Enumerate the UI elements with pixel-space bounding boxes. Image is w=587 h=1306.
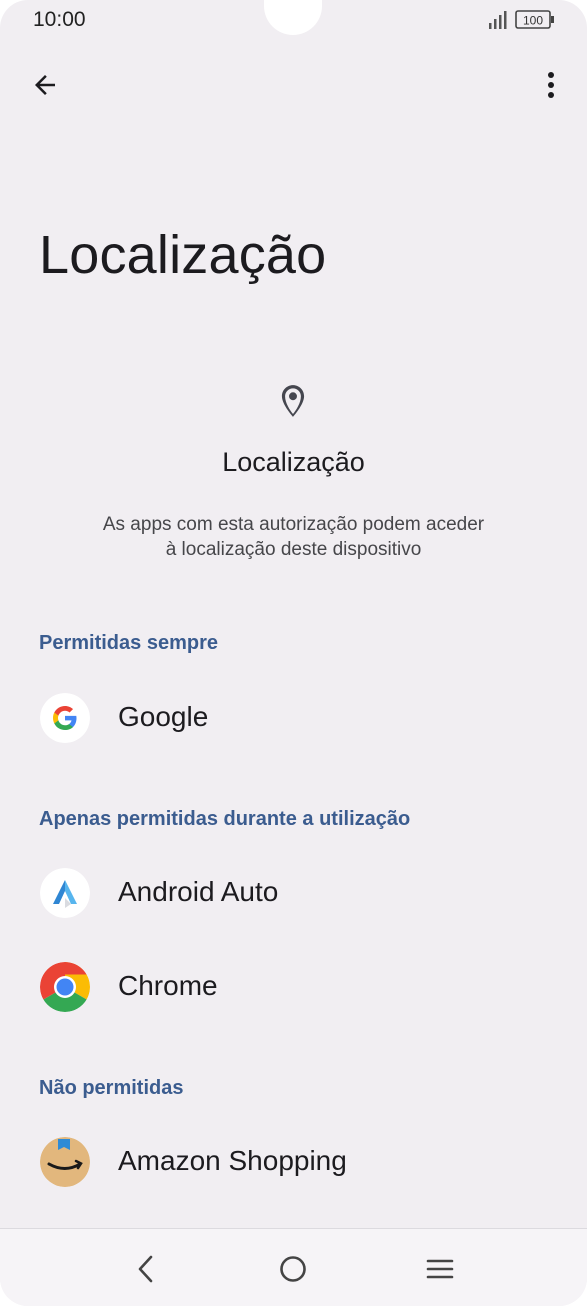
category-allowed-always: Permitidas sempre	[39, 632, 218, 654]
app-row-android-auto[interactable]: Android Auto	[0, 852, 587, 932]
permission-heading: Localização	[222, 447, 365, 477]
app-row-amazon-shopping[interactable]: Amazon Shopping	[0, 1121, 587, 1201]
android-auto-icon	[40, 868, 90, 918]
app-name: Android Auto	[118, 876, 279, 907]
chevron-left-icon	[138, 1255, 153, 1283]
status-time: 10:00	[33, 8, 86, 31]
app-row-google[interactable]: Google	[0, 677, 587, 757]
page-title: Localização	[39, 225, 327, 285]
camera-notch	[264, 0, 322, 35]
permission-description: As apps com esta autorização podem acede…	[60, 512, 527, 562]
app-name: Amazon Shopping	[118, 1145, 347, 1176]
home-circle-icon	[280, 1256, 306, 1282]
battery-icon: 100	[515, 10, 555, 35]
category-not-allowed: Não permitidas	[39, 1077, 184, 1099]
menu-icon	[426, 1259, 454, 1279]
category-allowed-while-in-use: Apenas permitidas durante a utilização	[39, 808, 411, 830]
amazon-shopping-icon	[40, 1137, 90, 1187]
app-row-chrome[interactable]: Chrome	[0, 946, 587, 1026]
description-line-1: As apps com esta autorização podem acede…	[102, 514, 485, 535]
navigation-bar	[0, 1228, 587, 1306]
chrome-icon	[40, 962, 90, 1012]
description-line-2: à localização deste dispositivo	[165, 539, 422, 560]
battery-level: 100	[523, 14, 543, 28]
more-options-button[interactable]	[530, 62, 572, 108]
google-icon	[40, 693, 90, 743]
screen: 10:00 100 Localização Localização As app…	[0, 0, 587, 1306]
back-button[interactable]	[22, 62, 68, 108]
nav-home-button[interactable]	[268, 1249, 318, 1289]
arrow-back-icon	[35, 75, 55, 95]
location-pin-icon	[281, 385, 305, 417]
nav-back-button[interactable]	[121, 1249, 171, 1289]
more-vert-icon	[548, 72, 554, 98]
app-name: Google	[118, 701, 209, 732]
signal-icon	[489, 11, 507, 29]
app-name: Chrome	[118, 970, 218, 1001]
nav-recents-button[interactable]	[415, 1249, 465, 1289]
